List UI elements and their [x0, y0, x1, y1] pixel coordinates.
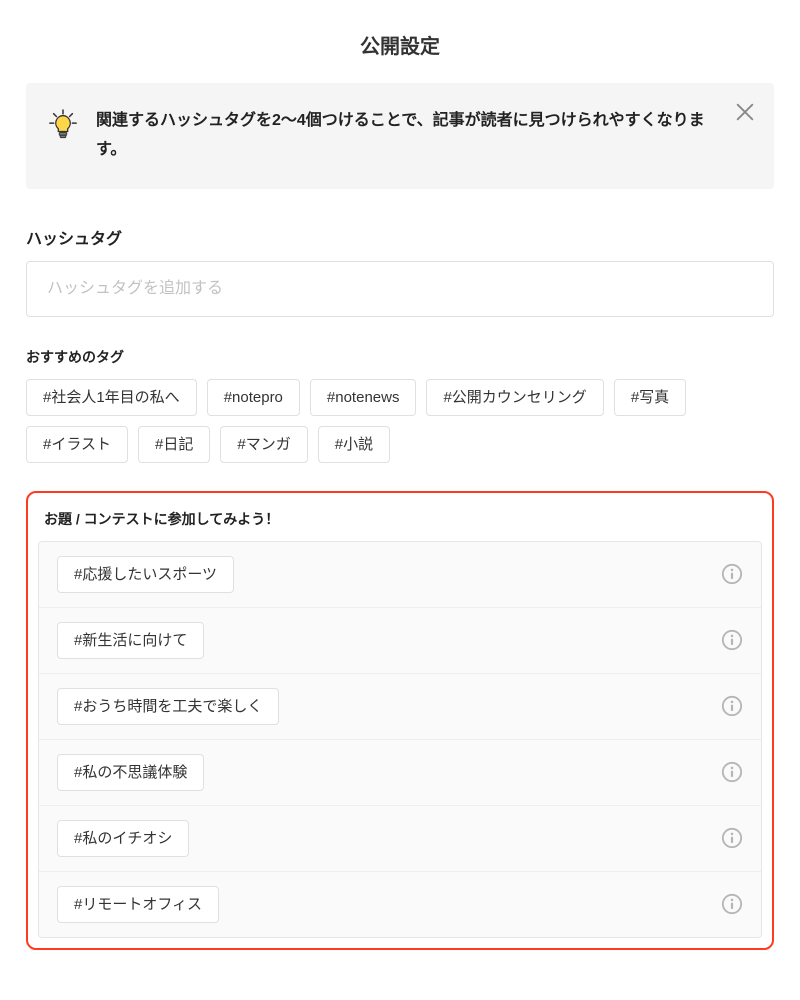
contest-item: #おうち時間を工夫で楽しく: [39, 674, 761, 740]
contest-item: #新生活に向けて: [39, 608, 761, 674]
contest-item: #応援したいスポーツ: [39, 542, 761, 608]
contest-item: #私のイチオシ: [39, 806, 761, 872]
tag-chip[interactable]: #小説: [318, 426, 390, 463]
info-icon[interactable]: [721, 695, 743, 717]
recommended-tag-row: #社会人1年目の私へ #notepro #notenews #公開カウンセリング…: [26, 379, 774, 463]
info-icon[interactable]: [721, 761, 743, 783]
hashtag-label: ハッシュタグ: [26, 225, 774, 249]
hashtag-input[interactable]: [26, 261, 774, 317]
tag-chip[interactable]: #社会人1年目の私へ: [26, 379, 197, 416]
lightbulb-icon: [48, 109, 78, 139]
info-icon[interactable]: [721, 893, 743, 915]
recommended-label: おすすめのタグ: [26, 347, 774, 367]
contest-item: #私の不思議体験: [39, 740, 761, 806]
tag-chip[interactable]: #公開カウンセリング: [426, 379, 603, 416]
close-icon[interactable]: [734, 101, 756, 123]
contest-label: お題 / コンテストに参加してみよう！: [44, 509, 762, 529]
contest-item: #リモートオフィス: [39, 872, 761, 937]
tag-chip[interactable]: #写真: [614, 379, 686, 416]
tip-text: 関連するハッシュタグを2〜4個つけることで、記事が読者に見つけられやすくなります…: [96, 107, 720, 165]
tag-chip[interactable]: #notepro: [207, 379, 300, 416]
tag-chip[interactable]: #イラスト: [26, 426, 128, 463]
tag-chip[interactable]: #マンガ: [220, 426, 307, 463]
contest-list: #応援したいスポーツ #新生活に向けて #おうち時間を工夫で楽しく #私の不思議…: [38, 541, 762, 938]
info-icon[interactable]: [721, 827, 743, 849]
info-icon[interactable]: [721, 563, 743, 585]
contest-tag[interactable]: #リモートオフィス: [57, 886, 219, 923]
contest-tag[interactable]: #新生活に向けて: [57, 622, 204, 659]
contest-tag[interactable]: #私の不思議体験: [57, 754, 204, 791]
contest-tag[interactable]: #私のイチオシ: [57, 820, 189, 857]
tag-chip[interactable]: #日記: [138, 426, 210, 463]
info-icon[interactable]: [721, 629, 743, 651]
tag-chip[interactable]: #notenews: [310, 379, 417, 416]
tip-box: 関連するハッシュタグを2〜4個つけることで、記事が読者に見つけられやすくなります…: [26, 83, 774, 189]
contest-tag[interactable]: #おうち時間を工夫で楽しく: [57, 688, 279, 725]
contest-tag[interactable]: #応援したいスポーツ: [57, 556, 234, 593]
page-title: 公開設定: [26, 0, 774, 83]
contest-box: お題 / コンテストに参加してみよう！ #応援したいスポーツ #新生活に向けて …: [26, 491, 774, 950]
